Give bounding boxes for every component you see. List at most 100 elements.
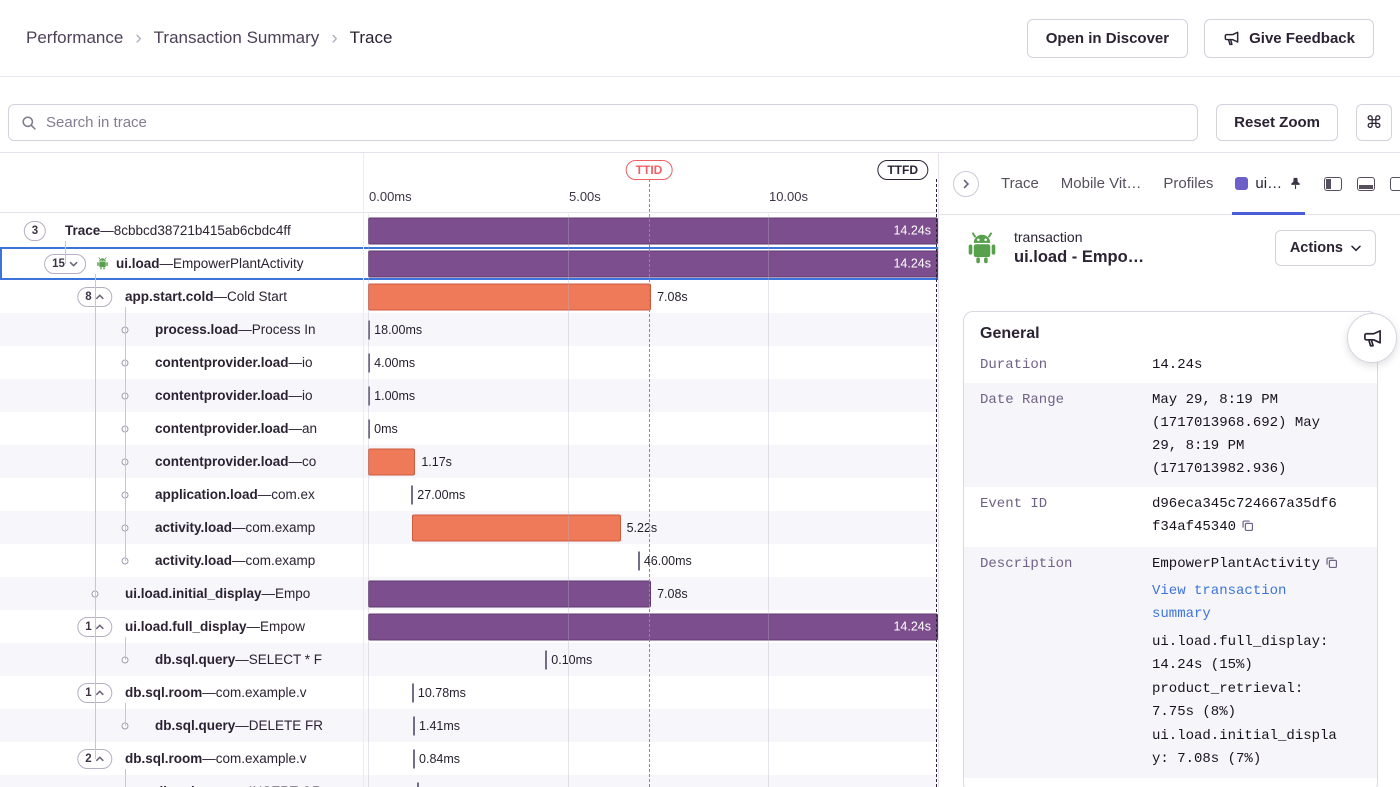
dock-left-icon[interactable] [1324, 177, 1342, 191]
span-duration-label: 0.84ms [419, 752, 460, 766]
android-platform-icon [963, 229, 1001, 267]
span-desc: DELETE FR [249, 718, 323, 733]
span-count-badge[interactable]: 3 [24, 221, 46, 241]
ttid-badge[interactable]: TTID [626, 160, 673, 180]
span-timeline: 2.7 [363, 775, 938, 787]
search-input[interactable] [46, 114, 1185, 131]
details-panel: Trace Mobile Vit… Profiles ui… [938, 153, 1400, 787]
span-name: contentprovider.load — io [0, 346, 363, 379]
span-row-ui.load.initial_display[interactable]: ui.load.initial_display — Empo7.08s [0, 577, 938, 610]
transaction-type-label: transaction [1014, 229, 1144, 245]
breadcrumb-transaction-summary[interactable]: Transaction Summary [154, 28, 320, 48]
span-name: db.sql.query — INSERT OR [0, 775, 363, 787]
span-op: contentprovider.load [155, 454, 289, 469]
span-duration-tick [413, 716, 415, 735]
span-bar[interactable] [368, 448, 415, 475]
search-icon [21, 115, 37, 131]
span-desc: an [302, 421, 317, 436]
span-desc: 8cbbcd38721b415ab6cbdc4ff [114, 223, 291, 238]
span-row-activity.load[interactable]: activity.load — com.examp5.22s [0, 511, 938, 544]
span-row-application.load[interactable]: application.load — com.ex27.00ms [0, 478, 938, 511]
span-row-db.sql.room[interactable]: 2db.sql.room — com.example.v0.84ms [0, 742, 938, 775]
span-row-activity.load[interactable]: activity.load — com.examp46.00ms [0, 544, 938, 577]
span-duration-label: 1.41ms [419, 719, 460, 733]
tab-profiles[interactable]: Profiles [1163, 175, 1213, 192]
span-duration-label: 5.22s [627, 521, 658, 535]
timeline-tick-label: 10.00s [769, 189, 808, 204]
view-transaction-summary-link[interactable]: View transaction summary [1152, 580, 1340, 626]
span-duration-label: 14.24s [893, 257, 931, 271]
ops-entry: ui.load.initial_display: 7.08s (7%) [1152, 725, 1340, 771]
feedback-fab-button[interactable] [1347, 313, 1397, 363]
tab-trace[interactable]: Trace [1001, 175, 1039, 192]
span-row-Trace[interactable]: 3Trace — 8cbbcd38721b415ab6cbdc4ff14.24s [0, 214, 938, 247]
copy-icon[interactable] [1325, 555, 1338, 578]
actions-button[interactable]: Actions [1275, 230, 1376, 266]
span-row-db.sql.query[interactable]: db.sql.query — INSERT OR2.7 [0, 775, 938, 787]
reset-zoom-button[interactable]: Reset Zoom [1216, 104, 1338, 141]
span-bar[interactable] [412, 514, 621, 541]
span-desc: com.example.v [216, 751, 307, 766]
chevron-up-icon [96, 756, 105, 762]
span-duration-tick [545, 650, 547, 669]
event-id-value: d96eca345c724667a35df6f34af45340 [1152, 493, 1340, 541]
span-row-db.sql.query[interactable]: db.sql.query — DELETE FR1.41ms [0, 709, 938, 742]
span-row-contentprovider.load[interactable]: contentprovider.load — io4.00ms [0, 346, 938, 379]
breadcrumb-trace: Trace [350, 28, 393, 48]
span-row-ui.load.full_display[interactable]: 1ui.load.full_display — Empow14.24s [0, 610, 938, 643]
span-bar[interactable]: 14.24s [368, 217, 938, 244]
span-row-db.sql.room[interactable]: 1db.sql.room — com.example.v10.78ms [0, 676, 938, 709]
span-row-contentprovider.load[interactable]: contentprovider.load — an0ms [0, 412, 938, 445]
span-timeline: 7.08s [363, 280, 938, 313]
span-bar[interactable] [368, 283, 651, 310]
row-description: Description EmpowerPlantActivity View tr… [964, 547, 1377, 778]
duration-value: 14.24s [1152, 354, 1340, 377]
pin-icon[interactable] [1289, 177, 1302, 190]
general-title: General [964, 312, 1377, 348]
give-feedback-button[interactable]: Give Feedback [1204, 19, 1374, 58]
chevron-down-icon [69, 261, 78, 267]
span-name: 8app.start.cold — Cold Start [0, 280, 363, 313]
transaction-title: ui.load - Empo… [1014, 248, 1144, 267]
span-duration-label: 14.24s [893, 224, 931, 238]
span-timeline: 14.24s [363, 247, 938, 280]
description-value: EmpowerPlantActivity View transaction su… [1152, 553, 1340, 772]
span-bar[interactable]: 14.24s [368, 613, 938, 640]
span-row-contentprovider.load[interactable]: contentprovider.load — co1.17s [0, 445, 938, 478]
event-id-label: Event ID [980, 493, 1152, 541]
ttfd-badge[interactable]: TTFD [877, 160, 928, 180]
span-name: db.sql.query — SELECT * F [0, 643, 363, 676]
row-ops-breakdown: Ops Breakdown [964, 778, 1377, 787]
span-row-app.start.cold[interactable]: 8app.start.cold — Cold Start7.08s [0, 280, 938, 313]
command-shortcut-button[interactable]: ⌘ [1356, 104, 1392, 141]
span-desc: com.examp [246, 520, 316, 535]
span-desc: io [302, 388, 313, 403]
expand-panel-button[interactable] [953, 171, 979, 197]
open-in-discover-button[interactable]: Open in Discover [1027, 19, 1188, 58]
duration-label: Duration [980, 354, 1152, 377]
dock-right-icon[interactable] [1390, 177, 1400, 191]
span-desc: io [302, 355, 313, 370]
copy-icon[interactable] [1241, 518, 1254, 541]
ops-list: ui.load.full_display: 14.24s (15%)produc… [1152, 631, 1340, 771]
dock-bottom-icon[interactable] [1357, 177, 1375, 191]
span-bar[interactable]: 14.24s [368, 250, 938, 277]
timeline-gridline [768, 214, 769, 787]
breadcrumb-performance[interactable]: Performance [26, 28, 123, 48]
dock-controls [1324, 177, 1400, 191]
span-row-process.load[interactable]: process.load — Process In18.00ms [0, 313, 938, 346]
column-divider[interactable] [363, 153, 364, 787]
span-op: process.load [155, 322, 238, 337]
span-row-ui.load[interactable]: 15 ui.load — EmpowerPlantActivity14.24s [0, 247, 938, 280]
span-desc: EmpowerPlantActivity [173, 256, 304, 271]
tab-active-transaction[interactable]: ui… [1235, 153, 1302, 215]
span-timeline: 1.41ms [363, 709, 938, 742]
span-op: contentprovider.load [155, 388, 289, 403]
span-desc: com.examp [246, 553, 316, 568]
span-timeline: 0.84ms [363, 742, 938, 775]
span-row-contentprovider.load[interactable]: contentprovider.load — io1.00ms [0, 379, 938, 412]
span-row-db.sql.query[interactable]: db.sql.query — SELECT * F0.10ms [0, 643, 938, 676]
span-bar[interactable] [368, 580, 651, 607]
search-box[interactable] [8, 104, 1198, 141]
tab-mobile-vitals[interactable]: Mobile Vit… [1061, 175, 1142, 192]
